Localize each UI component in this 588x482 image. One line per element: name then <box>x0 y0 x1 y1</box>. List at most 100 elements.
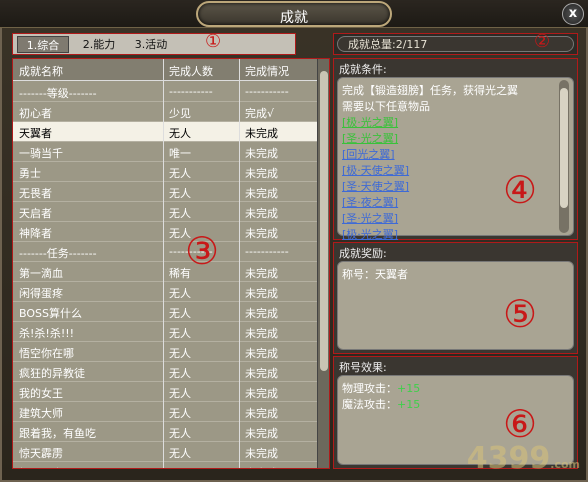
row-status: 未完成 <box>245 127 278 140</box>
title-plate: 成就 <box>196 1 392 27</box>
row-name: 勇士 <box>19 167 41 180</box>
effect-label: 魔法攻击： <box>342 398 397 411</box>
table-row[interactable]: 建筑大师 无人 未完成 <box>13 402 317 422</box>
row-name: -------任务------- <box>19 247 97 260</box>
item-link[interactable]: [极·光之翼] <box>342 114 398 130</box>
row-status: 未完成 <box>245 465 278 468</box>
row-count: 无人 <box>169 127 191 140</box>
table-row[interactable]: 跟着我，有鱼吃 无人 未完成 <box>13 422 317 442</box>
row-name: 天翼者 <box>19 127 52 140</box>
row-status: ----------- <box>245 245 289 258</box>
row-count: 无人 <box>169 407 191 420</box>
reward-title: 成就奖励: <box>339 247 387 260</box>
header-name[interactable]: 成就名称 <box>19 63 63 79</box>
item-link[interactable]: [极·光之翼] <box>342 226 398 242</box>
row-status: 未完成 <box>245 167 278 180</box>
table-row[interactable]: BOSS算什么 无人 未完成 <box>13 302 317 322</box>
row-name: 扣死回光 <box>19 465 63 468</box>
row-count: 无人 <box>169 465 191 468</box>
row-name: 无畏者 <box>19 187 52 200</box>
table-row[interactable]: 我的女王 无人 未完成 <box>13 382 317 402</box>
marker-4: ④ <box>503 168 538 212</box>
item-link[interactable]: [圣·光之翼] <box>342 210 398 226</box>
row-name: -------等级------- <box>19 87 97 100</box>
effect-value: +15 <box>397 382 421 395</box>
row-count: 无人 <box>169 387 191 400</box>
effect-line: 魔法攻击：+15 <box>342 396 420 412</box>
row-name: 建筑大师 <box>19 407 63 420</box>
tab-general[interactable]: 1.综合 <box>17 36 69 53</box>
row-count: 无人 <box>169 327 191 340</box>
row-status: 未完成 <box>245 407 278 420</box>
table-row[interactable]: -------等级------- ----------- ----------- <box>13 82 317 102</box>
total-label: 成就总量:2/117 <box>348 38 428 51</box>
list-rows: -------等级------- ----------- ----------- 初心… <box>13 82 317 468</box>
row-status: 未完成 <box>245 267 278 280</box>
table-row[interactable]: 无畏者 无人 未完成 <box>13 182 317 202</box>
table-row[interactable]: 扣死回光 无人 未完成 <box>13 462 317 468</box>
row-name: 我的女王 <box>19 387 63 400</box>
conditions-panel: 成就条件: 完成【锻造翅膀】任务，获得光之翼 需要以下任意物品 [极·光之翼] … <box>333 58 578 241</box>
table-row[interactable]: 惊天霹雳 无人 未完成 <box>13 442 317 462</box>
conditions-scrollbar[interactable] <box>559 80 569 233</box>
table-row[interactable]: 第一滴血 稀有 未完成 <box>13 262 317 282</box>
list-scroll-thumb[interactable] <box>320 71 328 371</box>
row-status: ----------- <box>245 85 289 98</box>
header-count[interactable]: 完成人数 <box>169 63 213 79</box>
row-name: 悟空你在哪 <box>19 347 74 360</box>
row-name: 闲得蛋疼 <box>19 287 63 300</box>
conditions-scroll-thumb[interactable] <box>560 88 568 208</box>
item-link[interactable]: [圣·天使之翼] <box>342 178 409 194</box>
window-title: 成就 <box>280 10 308 26</box>
site-watermark: 4399.com <box>467 441 580 476</box>
title-bar: 成就 x <box>0 0 588 28</box>
row-name: 初心者 <box>19 107 52 120</box>
row-count: 无人 <box>169 207 191 220</box>
row-status: 未完成 <box>245 387 278 400</box>
table-row[interactable]: 一骑当千 唯一 未完成 <box>13 142 317 162</box>
table-row[interactable]: 杀!杀!杀!!! 无人 未完成 <box>13 322 317 342</box>
marker-5: ⑤ <box>503 292 538 336</box>
conditions-line-1: 完成【锻造翅膀】任务，获得光之翼 <box>342 84 518 97</box>
watermark-text: 4399 <box>466 441 551 476</box>
column-divider <box>163 59 164 468</box>
row-status: 未完成 <box>245 347 278 360</box>
marker-6: ⑥ <box>503 402 538 446</box>
item-link[interactable]: [极·天使之翼] <box>342 162 409 178</box>
header-status[interactable]: 完成情况 <box>245 63 289 79</box>
table-row[interactable]: 天翼者 无人 未完成 <box>13 122 317 142</box>
achievement-list: 成就名称 完成人数 完成情况 -------等级------- ---------… <box>12 58 330 469</box>
row-status: 未完成 <box>245 367 278 380</box>
marker-2: ② <box>534 31 551 52</box>
marker-3: ③ <box>185 229 220 273</box>
table-row[interactable]: -------任务------- ----------- ----------- <box>13 242 317 262</box>
table-row[interactable]: 天启者 无人 未完成 <box>13 202 317 222</box>
table-row[interactable]: 勇士 无人 未完成 <box>13 162 317 182</box>
list-scrollbar[interactable] <box>317 59 329 468</box>
row-count: 无人 <box>169 347 191 360</box>
row-count: 无人 <box>169 427 191 440</box>
tab-activity[interactable]: 3.活动 <box>125 36 177 53</box>
conditions-body: 完成【锻造翅膀】任务，获得光之翼 需要以下任意物品 [极·光之翼] [圣·光之翼… <box>337 77 574 241</box>
column-divider <box>239 59 240 468</box>
row-status: 未完成 <box>245 307 278 320</box>
table-row[interactable]: 疯狂的异教徒 无人 未完成 <box>13 362 317 382</box>
item-link[interactable]: [回光之翼] <box>342 146 395 162</box>
effect-value: +15 <box>397 398 421 411</box>
row-count: 无人 <box>169 367 191 380</box>
table-row[interactable]: 悟空你在哪 无人 未完成 <box>13 342 317 362</box>
row-name: 疯狂的异教徒 <box>19 367 85 380</box>
row-name: 一骑当千 <box>19 147 63 160</box>
row-count: ----------- <box>169 85 213 98</box>
row-name: 跟着我，有鱼吃 <box>19 427 96 440</box>
reward-body: 称号：天翼者 ⑤ <box>337 261 574 350</box>
close-button[interactable]: x <box>562 3 584 25</box>
row-count: 唯一 <box>169 147 191 160</box>
item-link[interactable]: [圣·光之翼] <box>342 130 398 146</box>
tab-bar: 1.综合 2.能力 3.活动 ① <box>12 31 296 55</box>
table-row[interactable]: 神降者 无人 未完成 <box>13 222 317 242</box>
table-row[interactable]: 初心者 少见 完成√ <box>13 102 317 122</box>
table-row[interactable]: 闲得蛋疼 无人 未完成 <box>13 282 317 302</box>
tab-ability[interactable]: 2.能力 <box>73 36 125 53</box>
item-link[interactable]: [圣·夜之翼] <box>342 194 398 210</box>
